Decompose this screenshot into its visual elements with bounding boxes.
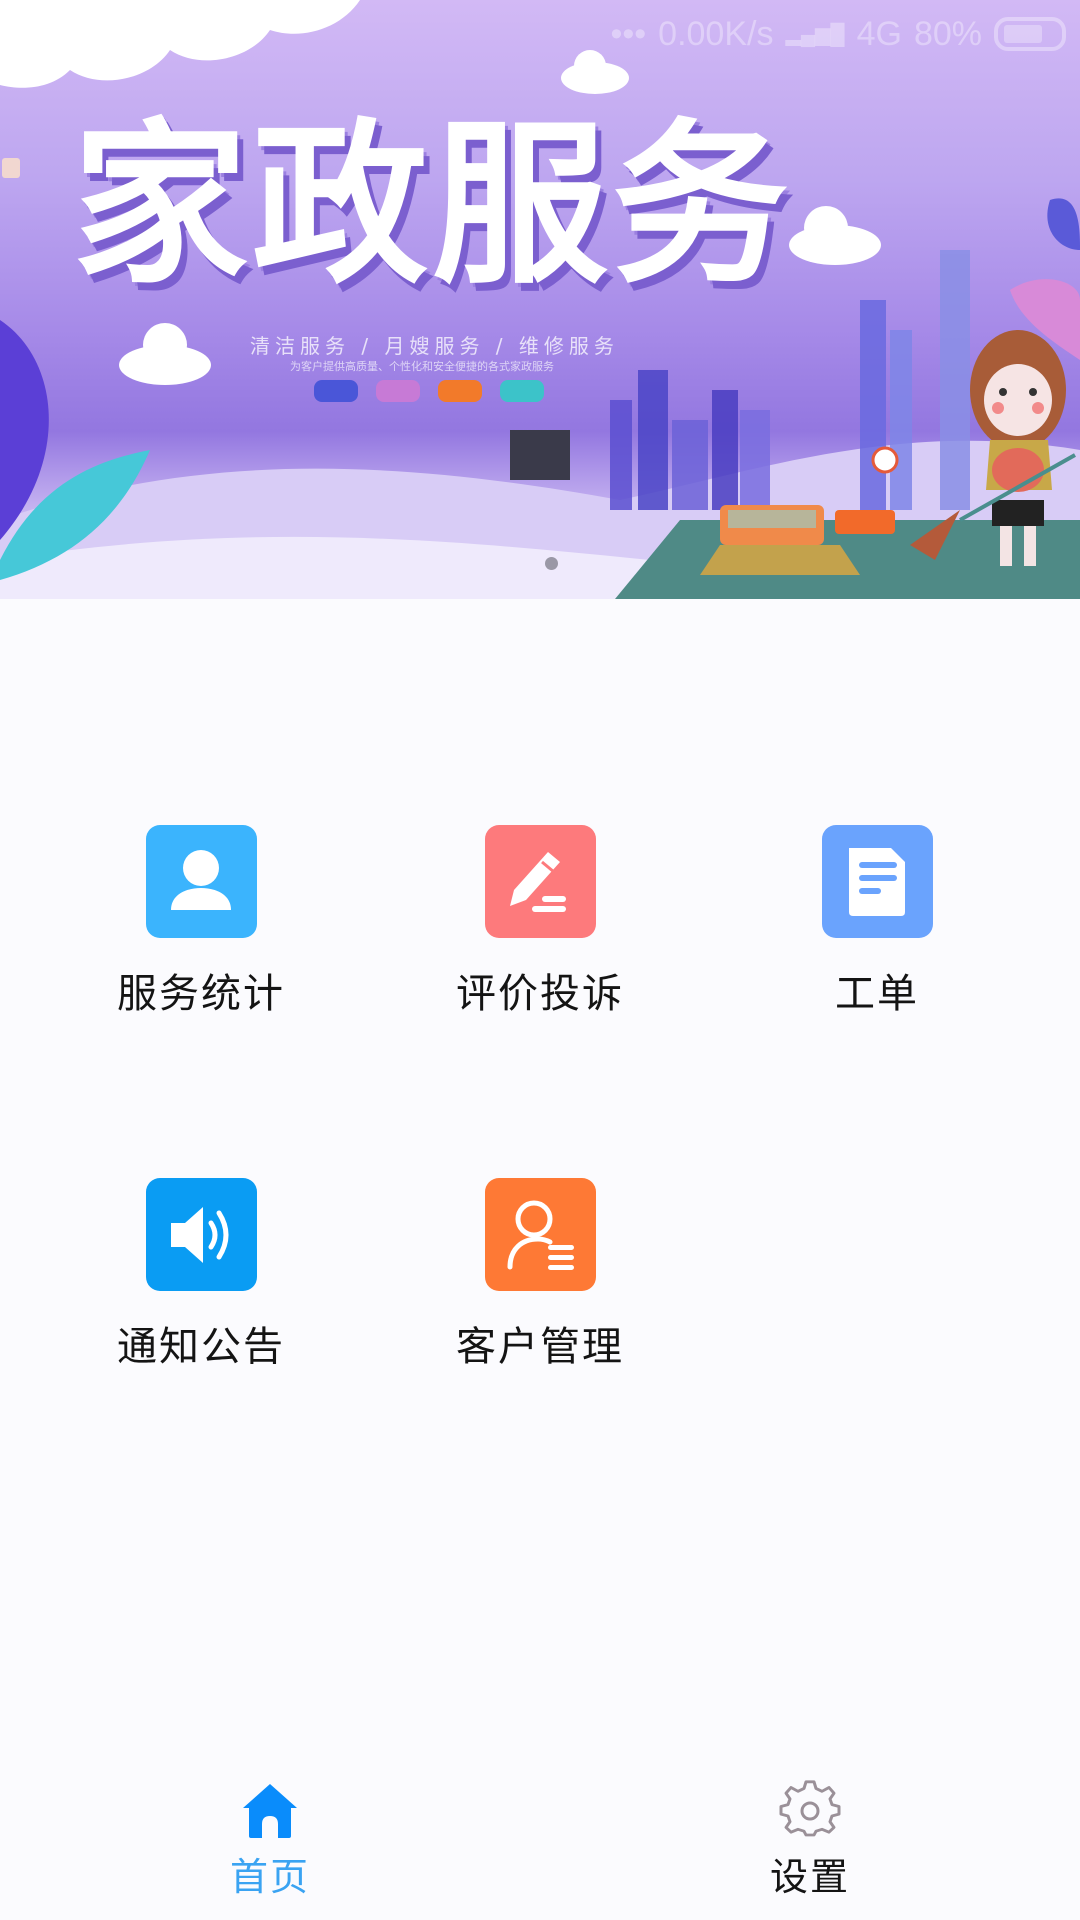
menu-icon-bg	[145, 1178, 257, 1291]
table-shape	[835, 510, 895, 534]
banner-tag	[314, 380, 358, 402]
more-dots-icon: •••	[610, 14, 647, 53]
banner-tag	[438, 380, 482, 402]
menu-label: 通知公告	[117, 1324, 285, 1370]
edit-icon	[510, 851, 566, 912]
tab-label: 设置	[769, 1855, 850, 1899]
menu-item-announcements[interactable]: 通知公告	[32, 1178, 370, 1371]
floating-widget-icon[interactable]	[2, 158, 20, 178]
menu-icon-bg	[484, 825, 596, 938]
menu-label: 评价投诉	[456, 971, 624, 1017]
network-type: 4G	[856, 14, 902, 53]
banner-tag	[500, 380, 544, 402]
customer-list-icon	[507, 1200, 574, 1270]
clock-shape	[871, 446, 899, 474]
building-shape	[510, 430, 570, 480]
menu-item-reviews-complaints[interactable]: 评价投诉	[371, 825, 709, 1018]
menu-icon-bg	[145, 825, 257, 938]
menu-item-work-order[interactable]: 工单	[708, 825, 1046, 1018]
rug-shape	[700, 545, 860, 575]
tab-label: 首页	[229, 1855, 310, 1899]
bottom-tab-bar: 首页 设置	[0, 1780, 1080, 1920]
menu-item-customer-management[interactable]: 客户管理	[371, 1178, 709, 1371]
menu-item-service-stats[interactable]: 服务统计	[32, 825, 370, 1018]
battery-level: 80%	[913, 14, 982, 53]
menu-icon-bg	[484, 1178, 596, 1291]
home-icon	[243, 1784, 297, 1838]
signal-icon: ▂▄▆█	[785, 23, 845, 46]
banner-title: 家政服务	[72, 103, 793, 308]
cloud-shape	[0, 0, 360, 88]
network-speed: 0.00K/s	[658, 14, 774, 53]
document-icon	[849, 847, 905, 916]
speaker-icon	[171, 1206, 229, 1263]
menu-label: 客户管理	[456, 1324, 624, 1370]
user-icon	[171, 849, 231, 910]
tab-home[interactable]: 首页	[170, 1780, 370, 1900]
banner-carousel[interactable]: ••• 0.00K/s ▂▄▆█ 4G 80% 家政服务 清洁服务 / 月嫂服务…	[0, 0, 1080, 599]
banner-subtitle: 清洁服务 / 月嫂服务 / 维修服务	[250, 334, 619, 358]
menu-label: 服务统计	[117, 971, 285, 1017]
banner-tags	[314, 380, 544, 402]
gear-icon	[779, 1780, 841, 1837]
menu-icon-bg	[821, 825, 933, 938]
menu-label: 工单	[835, 971, 919, 1017]
carousel-dot-active[interactable]	[545, 557, 558, 570]
status-bar: ••• 0.00K/s ▂▄▆█ 4G 80%	[610, 14, 1066, 54]
banner-tagline: 为客户提供高质量、个性化和安全便捷的各式家政服务	[290, 360, 554, 373]
carousel-indicator	[545, 557, 558, 570]
tab-settings[interactable]: 设置	[710, 1780, 910, 1900]
banner-tag	[376, 380, 420, 402]
battery-icon	[994, 17, 1066, 51]
